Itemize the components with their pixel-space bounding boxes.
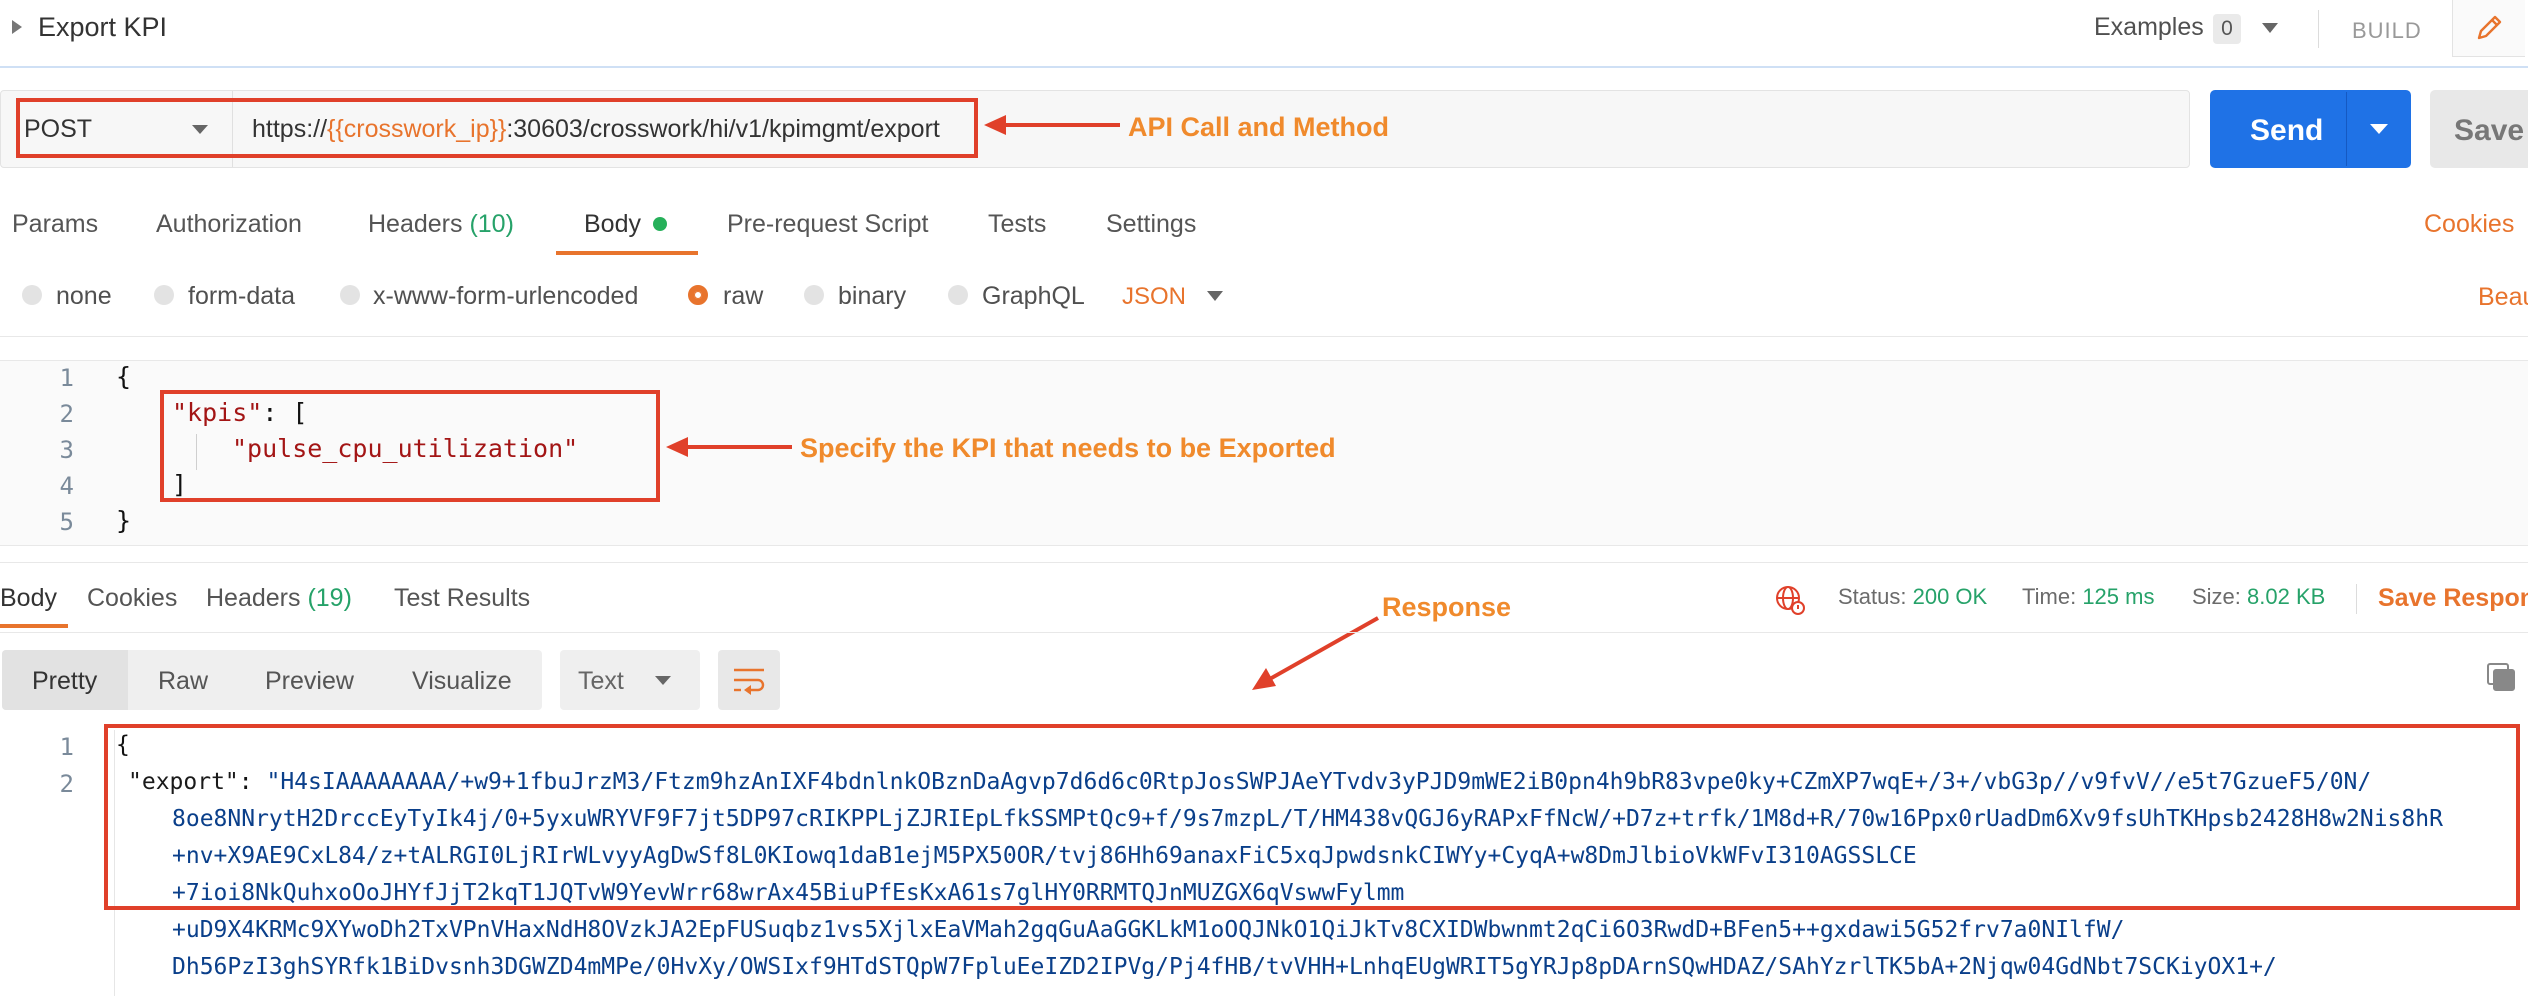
tab-tests[interactable]: Tests — [988, 210, 1046, 239]
response-tabs-divider — [0, 632, 2528, 633]
request-title[interactable]: Export KPI — [38, 12, 167, 43]
chevron-down-icon[interactable] — [1207, 291, 1223, 301]
kpi-arrow — [666, 437, 792, 457]
status-value: 200 OK — [1912, 584, 1988, 609]
tab-headers-count: (10) — [469, 210, 514, 238]
radio-none-label[interactable]: none — [56, 282, 112, 311]
radio-form-data[interactable] — [154, 285, 174, 305]
copy-icon[interactable] — [2484, 660, 2518, 694]
kpi-annotation: Specify the KPI that needs to be Exporte… — [800, 433, 1336, 463]
header-divider — [2318, 10, 2319, 48]
response-highlight-box — [104, 724, 2520, 910]
time-label: Time: — [2022, 584, 2077, 609]
api-call-annotation: API Call and Method — [1128, 112, 1390, 142]
kpi-highlight-box — [160, 390, 660, 502]
time-value: 125 ms — [2082, 584, 2155, 609]
status-label: Status: — [1838, 584, 1907, 609]
line-number: 4 — [59, 472, 74, 500]
examples-count-badge: 0 — [2213, 14, 2241, 44]
cookies-link[interactable]: Cookies — [2424, 210, 2514, 239]
response-tab-test-results[interactable]: Test Results — [394, 584, 530, 613]
response-tab-headers-count: (19) — [307, 584, 352, 612]
radio-urlencoded-label[interactable]: x-www-form-urlencoded — [373, 282, 638, 311]
save-response-button[interactable]: Save Respons — [2378, 584, 2528, 613]
radio-raw-label[interactable]: raw — [723, 282, 763, 311]
response-status: Status: 200 OK — [1838, 584, 1987, 610]
chevron-down-icon[interactable] — [655, 676, 671, 685]
code-open-brace: { — [116, 362, 132, 391]
response-line-number: 1 — [59, 733, 74, 761]
body-format-select[interactable]: JSON — [1122, 283, 1186, 311]
response-annotation: Response — [1382, 592, 1512, 622]
line-number: 3 — [59, 436, 74, 464]
response-active-tab-indicator — [0, 624, 68, 628]
radio-raw[interactable] — [688, 285, 708, 305]
status-divider — [2356, 584, 2357, 614]
radio-binary[interactable] — [804, 285, 824, 305]
response-tab-headers[interactable]: Headers (19) — [206, 584, 352, 613]
tab-authorization[interactable]: Authorization — [156, 210, 302, 239]
export-value-line: Dh56PzI3ghSYRfk1BiDvsnh3DGWZD4mMPe/0HvXy… — [172, 954, 2277, 980]
api-call-arrow — [984, 115, 1120, 135]
response-format-label[interactable]: Text — [578, 667, 624, 696]
section-divider — [0, 336, 2528, 337]
globe-network-icon[interactable] — [1774, 584, 1806, 616]
radio-binary-label[interactable]: binary — [838, 282, 906, 311]
size-value: 8.02 KB — [2247, 584, 2326, 609]
view-pretty-label[interactable]: Pretty — [32, 667, 97, 696]
tab-body[interactable]: Body — [584, 210, 641, 239]
response-size: Size: 8.02 KB — [2192, 584, 2325, 610]
response-divider — [0, 562, 2528, 563]
pencil-icon — [2477, 15, 2502, 40]
response-line-number: 2 — [59, 770, 74, 798]
send-label[interactable]: Send — [2250, 114, 2323, 148]
response-arrow — [1252, 616, 1379, 690]
tab-settings[interactable]: Settings — [1106, 210, 1196, 239]
wrap-lines-icon — [734, 668, 765, 695]
beautify-link[interactable]: Beau — [2478, 283, 2528, 312]
line-number: 5 — [59, 508, 74, 536]
tab-pre-request-script[interactable]: Pre-request Script — [727, 210, 928, 239]
tab-params[interactable]: Params — [12, 210, 98, 239]
size-label: Size: — [2192, 584, 2241, 609]
send-options-chevron-icon[interactable] — [2370, 124, 2388, 134]
response-time: Time: 125 ms — [2022, 584, 2154, 610]
line-number: 1 — [59, 364, 74, 392]
build-mode-toggle[interactable]: BUILD — [2352, 18, 2422, 44]
line-number: 2 — [59, 400, 74, 428]
wrap-lines-button[interactable] — [718, 650, 780, 710]
view-visualize-button[interactable]: Visualize — [412, 667, 512, 696]
save-label[interactable]: Save — [2454, 114, 2524, 148]
radio-urlencoded[interactable] — [340, 285, 360, 305]
response-tab-headers-label: Headers — [206, 584, 301, 612]
tab-headers-label: Headers — [368, 210, 463, 238]
view-preview-button[interactable]: Preview — [265, 667, 354, 696]
radio-form-data-label[interactable]: form-data — [188, 282, 295, 311]
edit-button[interactable] — [2452, 0, 2525, 57]
chevron-down-icon[interactable] — [2262, 23, 2278, 33]
active-tab-indicator — [556, 251, 698, 255]
export-value-line: +uD9X4KRMc9XYwoDh2TxVPnVHaxNdH8OVzkJA2Ep… — [172, 917, 2125, 943]
response-tab-cookies[interactable]: Cookies — [87, 584, 177, 613]
radio-graphql-label[interactable]: GraphQL — [982, 282, 1085, 311]
send-divider — [2346, 92, 2347, 166]
radio-none[interactable] — [22, 285, 42, 305]
response-tab-body[interactable]: Body — [0, 584, 57, 613]
header-separator — [0, 66, 2528, 68]
examples-label[interactable]: Examples — [2094, 13, 2204, 42]
code-close-brace: } — [116, 506, 132, 535]
method-url-highlight-box — [16, 98, 978, 158]
view-raw-button[interactable]: Raw — [158, 667, 208, 696]
radio-graphql[interactable] — [948, 285, 968, 305]
tab-headers[interactable]: Headers (10) — [368, 210, 514, 239]
body-active-dot-icon — [653, 217, 667, 231]
collapse-arrow-icon[interactable] — [12, 20, 22, 34]
